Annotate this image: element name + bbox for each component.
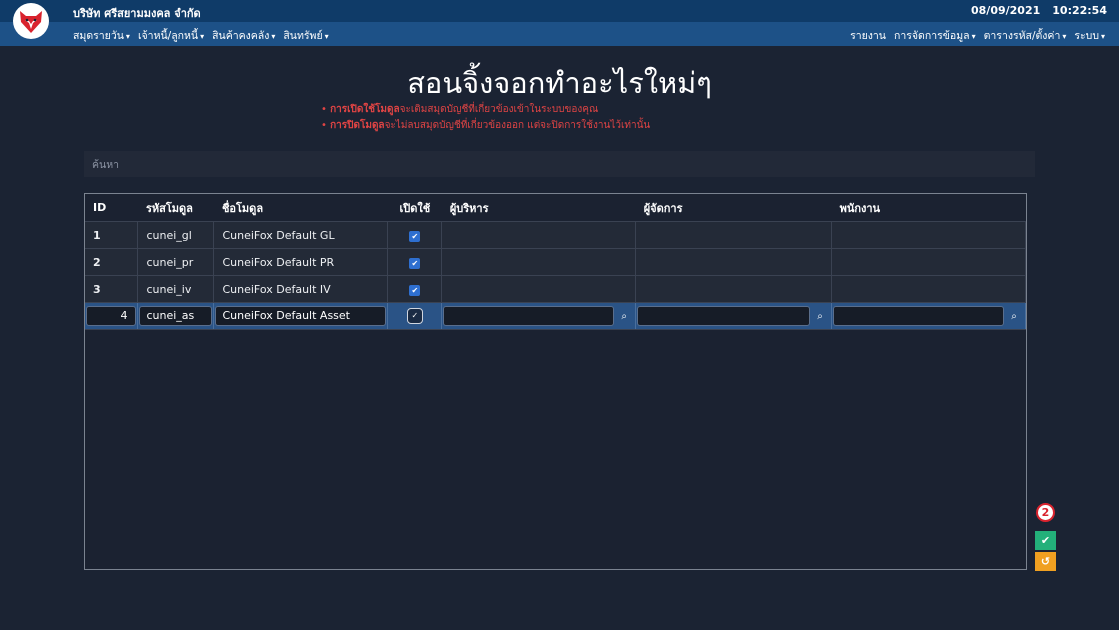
current-time: 10:22:54 [1052, 4, 1107, 17]
search-icon[interactable]: ⌕ [614, 311, 634, 322]
menu-code-tables[interactable]: ตารางรหัส/ตั้งค่า ▾ [984, 27, 1067, 44]
search-input[interactable]: ค้นหา [84, 151, 1035, 177]
manager-input[interactable] [637, 306, 811, 326]
enabled-checkbox[interactable]: ✓ [406, 308, 423, 324]
cell-admin [441, 275, 637, 303]
menu-ap-ar[interactable]: เจ้าหนี้/ลูกหนี้ ▾ [138, 27, 204, 44]
edit-cell-enabled: ✓ [387, 302, 443, 330]
cell-manager [635, 248, 833, 276]
checkbox-checked-icon[interactable]: ✔ [409, 257, 421, 269]
edit-cell-code: cunei_as [137, 302, 215, 330]
cell-name: CuneiFox Default PR [213, 248, 389, 276]
menu-data-management[interactable]: การจัดการข้อมูล ▾ [894, 27, 976, 44]
admin-input[interactable] [443, 306, 615, 326]
cell-code: cunei_pr [137, 248, 215, 276]
edit-cell-id: 4 [85, 302, 139, 330]
cell-staff [831, 248, 1026, 276]
chevron-down-icon: ▾ [1062, 32, 1067, 41]
cell-admin [441, 221, 637, 249]
table-row-editing[interactable]: 4 cunei_as CuneiFox Default Asset ✓ ⌕ ⌕ … [85, 302, 1026, 330]
confirm-button[interactable]: ✔ [1035, 531, 1056, 550]
cell-enabled: ✔ [387, 275, 443, 303]
fox-logo-icon[interactable] [13, 3, 49, 39]
check-icon: ✔ [1040, 534, 1051, 547]
chevron-down-icon: ▾ [125, 32, 130, 41]
module-grid: ID รหัสโมดูล ชื่อโมดูล เปิดใช้ ผู้บริหาร… [84, 193, 1027, 570]
main-menu: สมุดรายวัน ▾ เจ้าหนี้/ลูกหนี้ ▾ สินค้าคงคล… [73, 27, 337, 44]
col-name-header[interactable]: ชื่อโมดูล [213, 194, 388, 222]
table-row[interactable]: 1 cunei_gl CuneiFox Default GL ✔ [85, 221, 1026, 249]
search-icon[interactable]: ⌕ [810, 311, 830, 322]
date-time: 08/09/2021 10:22:54 [971, 4, 1107, 17]
search-icon[interactable]: ⌕ [1004, 311, 1024, 322]
cell-name: CuneiFox Default GL [213, 221, 389, 249]
module-notes: • การเปิดใช้โมดูลจะเติมสมุดบัญชีที่เกี่ย… [321, 102, 650, 134]
chevron-down-icon: ▾ [324, 32, 329, 41]
page-title: สอนจิ้งจอกทำอะไรใหม่ๆ [407, 66, 712, 100]
cell-staff [831, 221, 1026, 249]
edit-cell-staff: ⌕ [831, 302, 1026, 330]
col-id-header[interactable]: ID [85, 194, 138, 222]
chevron-down-icon: ▾ [1100, 32, 1105, 41]
cell-id: 1 [85, 221, 139, 249]
chevron-down-icon: ▾ [200, 32, 205, 41]
secondary-menu: รายงาน การจัดการข้อมูล ▾ ตารางรหัส/ตั้งค่… [842, 27, 1105, 44]
menu-assets[interactable]: สินทรัพย์ ▾ [283, 27, 328, 44]
checkbox-checked-icon[interactable]: ✔ [409, 230, 421, 242]
chevron-down-icon: ▾ [271, 32, 276, 41]
col-admin-header[interactable]: ผู้บริหาร [441, 194, 636, 222]
staff-input[interactable] [833, 306, 1004, 326]
undo-icon: ↺ [1040, 555, 1051, 568]
current-date: 08/09/2021 [971, 4, 1041, 17]
checkbox-checked-icon[interactable]: ✔ [409, 284, 421, 296]
table-header-row: ID รหัสโมดูล ชื่อโมดูล เปิดใช้ ผู้บริหาร… [85, 194, 1026, 222]
note-enable: • การเปิดใช้โมดูลจะเติมสมุดบัญชีที่เกี่ย… [321, 104, 599, 115]
edit-cell-admin: ⌕ [441, 302, 637, 330]
cell-enabled: ✔ [387, 221, 443, 249]
cell-manager [635, 221, 833, 249]
module-code-input[interactable]: cunei_as [139, 306, 213, 326]
menu-journal[interactable]: สมุดรายวัน ▾ [73, 27, 130, 44]
edit-cell-manager: ⌕ [635, 302, 833, 330]
cell-code: cunei_iv [137, 275, 215, 303]
col-code-header[interactable]: รหัสโมดูล [137, 194, 214, 222]
cell-id: 2 [85, 248, 139, 276]
chevron-down-icon: ▾ [971, 32, 976, 41]
cell-manager [635, 275, 833, 303]
note-disable: • การปิดโมดูลจะไม่ลบสมุดบัญชีที่เกี่ยวข้… [321, 120, 651, 131]
company-name: บริษัท ศรีสยามมงคล จำกัด [73, 7, 201, 20]
menu-reports[interactable]: รายงาน [850, 27, 886, 44]
menu-system[interactable]: ระบบ ▾ [1074, 27, 1105, 44]
menu-inventory[interactable]: สินค้าคงคลัง ▾ [212, 27, 275, 44]
id-input[interactable]: 4 [86, 306, 137, 326]
edit-cell-name: CuneiFox Default Asset [213, 302, 389, 330]
cell-enabled: ✔ [387, 248, 443, 276]
step-badge: 2 [1036, 503, 1055, 522]
cell-admin [441, 248, 637, 276]
table-row[interactable]: 2 cunei_pr CuneiFox Default PR ✔ [85, 248, 1026, 276]
table-row[interactable]: 3 cunei_iv CuneiFox Default IV ✔ [85, 275, 1026, 303]
cell-name: CuneiFox Default IV [213, 275, 389, 303]
cell-id: 3 [85, 275, 139, 303]
module-name-input[interactable]: CuneiFox Default Asset [215, 306, 387, 326]
module-table: ID รหัสโมดูล ชื่อโมดูล เปิดใช้ ผู้บริหาร… [85, 194, 1026, 330]
cell-staff [831, 275, 1026, 303]
undo-button[interactable]: ↺ [1035, 552, 1056, 571]
col-staff-header[interactable]: พนักงาน [831, 194, 1026, 222]
col-enabled-header[interactable]: เปิดใช้ [387, 194, 442, 222]
col-manager-header[interactable]: ผู้จัดการ [635, 194, 832, 222]
cell-code: cunei_gl [137, 221, 215, 249]
top-navbar: บริษัท ศรีสยามมงคล จำกัด 08/09/2021 10:22… [0, 0, 1119, 46]
